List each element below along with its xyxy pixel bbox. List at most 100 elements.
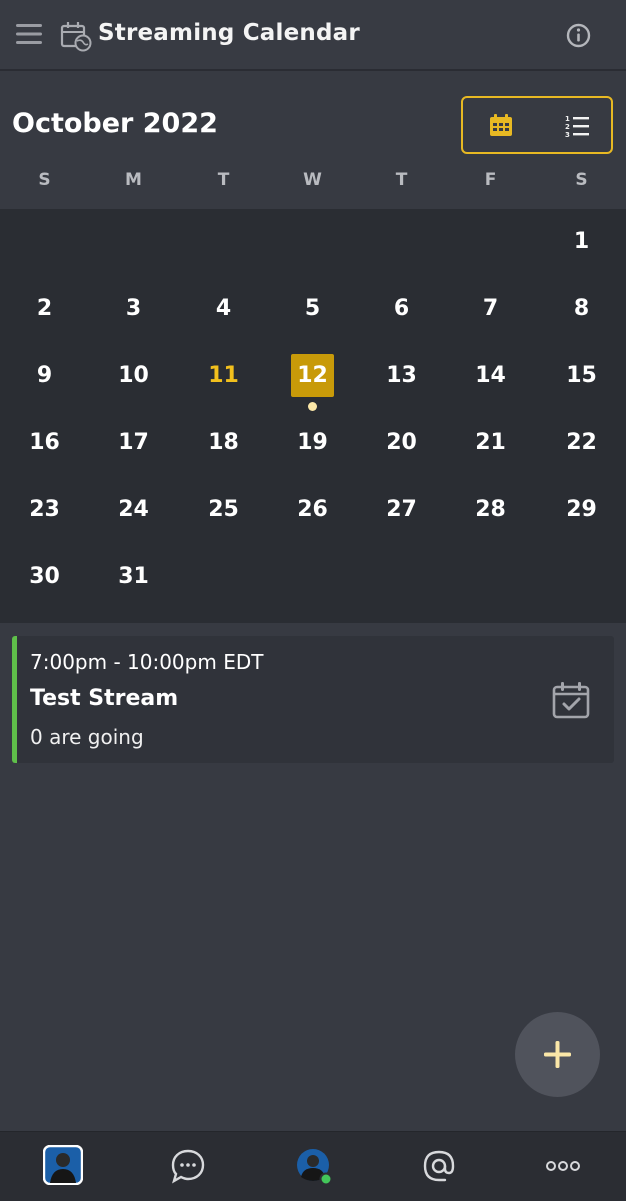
day-number: 31 [118,564,149,589]
app-title: Streaming Calendar [98,20,360,46]
month-title: October 2022 [12,108,218,139]
view-toggle: 123 [461,96,613,154]
calendar-grid-icon[interactable] [489,114,513,138]
calendar-check-icon[interactable] [552,681,590,719]
day-number: 10 [118,363,149,388]
calendar-day[interactable]: 1 [537,209,626,276]
day-number: 17 [118,430,149,455]
mentions-button[interactable] [419,1146,459,1186]
calendar-day[interactable]: 26 [268,477,357,544]
day-number: 11 [208,363,239,388]
calendar-day[interactable]: 29 [537,477,626,544]
day-number: 18 [208,430,239,455]
app-bar: Streaming Calendar [0,0,626,71]
svg-text:1: 1 [565,115,570,123]
day-number: 27 [386,497,417,522]
calendar-day[interactable]: 22 [537,410,626,477]
calendar-day[interactable]: 20 [357,410,446,477]
weekday-header: S M T W T F S [0,170,626,200]
day-number: 5 [304,296,321,321]
calendar-day[interactable]: 11 [179,343,268,410]
info-icon[interactable] [566,23,591,48]
calendar-globe-icon [60,22,92,52]
chat-bubble-icon [171,1149,205,1184]
day-number: 25 [208,497,239,522]
plus-icon [544,1041,571,1068]
day-number: 15 [566,363,597,388]
calendar-day[interactable]: 28 [446,477,535,544]
calendar-day[interactable]: 17 [89,410,178,477]
server-avatar-button[interactable] [42,1144,84,1186]
more-button[interactable] [543,1146,583,1186]
at-sign-icon [423,1150,455,1182]
calendar-day[interactable]: 27 [357,477,446,544]
day-number: 13 [386,363,417,388]
calendar-day[interactable]: 24 [89,477,178,544]
svg-text:2: 2 [565,123,570,131]
weekday-label: S [38,170,51,190]
day-number: 22 [566,430,597,455]
weekday-label: F [484,170,497,190]
calendar-day[interactable]: 19 [268,410,357,477]
day-number: 9 [36,363,53,388]
weekday-label: W [303,170,322,190]
more-dots-icon [546,1161,580,1171]
weekday-label: S [575,170,588,190]
calendar-day[interactable]: 9 [0,343,89,410]
messages-button[interactable] [168,1146,208,1186]
day-number: 26 [297,497,328,522]
event-card[interactable]: 7:00pm - 10:00pm EDT Test Stream 0 are g… [12,636,614,763]
day-number: 21 [475,430,506,455]
hamburger-menu-icon[interactable] [16,22,42,46]
day-number: 20 [386,430,417,455]
calendar-grid: 1 2 3 4 5 6 7 8 9 10 11 12 13 14 15 16 17 18 19 20 21 22 23 24 2… [0,209,626,623]
numbered-list-icon[interactable]: 123 [565,114,589,138]
day-number: 16 [29,430,60,455]
calendar-day[interactable]: 30 [0,544,89,611]
calendar-day[interactable]: 4 [179,276,268,343]
weekday-label: M [125,170,142,190]
weekday-label: T [395,170,408,190]
day-number: 4 [215,296,232,321]
day-number: 8 [573,296,590,321]
calendar-day[interactable]: 3 [89,276,178,343]
calendar-day[interactable]: 10 [89,343,178,410]
day-number: 24 [118,497,149,522]
profile-button[interactable] [295,1146,335,1186]
calendar-day[interactable]: 25 [179,477,268,544]
calendar-day[interactable]: 14 [446,343,535,410]
day-number: 1 [573,229,590,254]
day-number: 3 [125,296,142,321]
calendar-day[interactable]: 15 [537,343,626,410]
bottom-navigation [0,1131,626,1201]
calendar-day[interactable]: 6 [357,276,446,343]
calendar-day[interactable]: 12 [268,343,357,411]
day-number: 14 [475,363,506,388]
day-number: 12 [297,363,328,388]
add-event-button[interactable] [515,1012,600,1097]
calendar-day[interactable]: 18 [179,410,268,477]
event-time: 7:00pm - 10:00pm EDT [30,650,264,674]
calendar-day[interactable]: 31 [89,544,178,611]
calendar-day[interactable]: 2 [0,276,89,343]
svg-text:3: 3 [565,131,570,138]
calendar-day[interactable]: 21 [446,410,535,477]
calendar-day[interactable]: 13 [357,343,446,410]
calendar-day[interactable]: 5 [268,276,357,343]
day-number: 29 [566,497,597,522]
calendar-day[interactable]: 16 [0,410,89,477]
day-number: 28 [475,497,506,522]
event-title: Test Stream [30,686,179,711]
weekday-label: T [217,170,230,190]
calendar-day[interactable]: 7 [446,276,535,343]
day-number: 19 [297,430,328,455]
calendar-day[interactable]: 23 [0,477,89,544]
day-number: 30 [29,564,60,589]
day-number: 6 [393,296,410,321]
day-number: 2 [36,296,53,321]
day-number: 7 [482,296,499,321]
server-avatar-icon [42,1144,84,1186]
calendar-day[interactable]: 8 [537,276,626,343]
event-color-bar [12,636,17,763]
event-attendance: 0 are going [30,725,144,749]
